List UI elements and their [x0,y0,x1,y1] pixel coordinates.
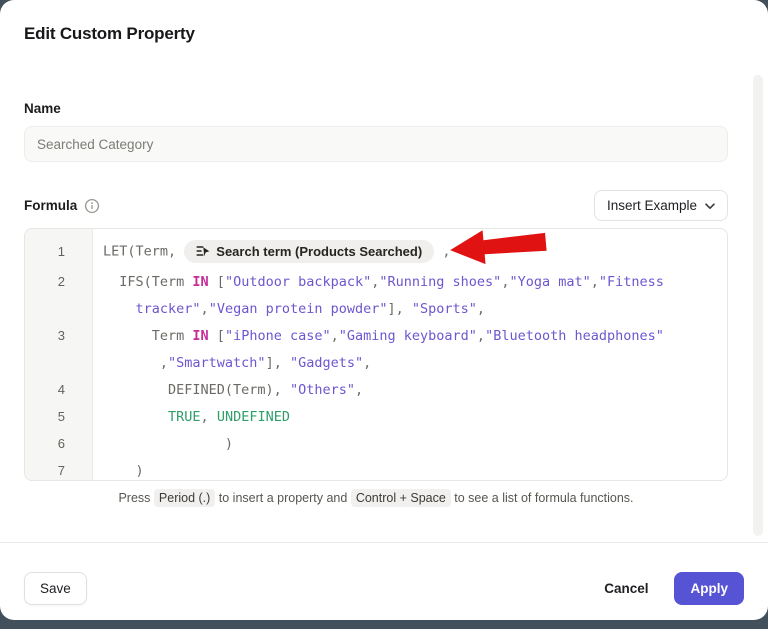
formula-label: Formula [24,198,77,213]
apply-button[interactable]: Apply [674,572,744,605]
code-line: 6 ) [25,430,727,457]
page-title: Edit Custom Property [24,24,195,44]
insert-example-button[interactable]: Insert Example [594,190,728,221]
hint-text: Press [118,491,153,505]
chevron-down-icon [705,198,715,213]
line-number: 2 [25,274,93,289]
line-number: 4 [25,382,93,397]
code-line: ,"Smartwatch"], "Gadgets", [25,349,727,376]
hint-text: to insert a property and [215,491,351,505]
insert-example-label: Insert Example [607,198,697,213]
save-button[interactable]: Save [24,572,87,605]
code-line: 3 Term IN ["iPhone case","Gaming keyboar… [25,322,727,349]
line-number: 3 [25,328,93,343]
property-chip-label: Search term (Products Searched) [216,244,422,259]
scrollbar[interactable] [753,75,763,536]
line-number: 6 [25,436,93,451]
line-number: 5 [25,409,93,424]
hint-text: to see a list of formula functions. [451,491,634,505]
kbd-period-chip: Period (.) [154,489,215,507]
line-number: 7 [25,463,93,478]
cancel-button[interactable]: Cancel [604,581,648,596]
code-line: 4 DEFINED(Term), "Others", [25,376,727,403]
kbd-control-space-chip: Control + Space [351,489,451,507]
formula-header: Formula Insert Example [24,189,728,221]
formula-code: 1LET(Term, Search term (Products Searche… [25,234,727,481]
property-chip[interactable]: Search term (Products Searched) [184,240,434,263]
name-input-value: Searched Category [37,137,153,152]
code-line: 7 ) [25,457,727,481]
event-property-icon [196,244,210,258]
line-number: 1 [25,244,93,259]
dialog-footer: Save Cancel Apply [0,543,768,620]
edit-custom-property-dialog: Edit Custom Property Name Searched Categ… [0,0,768,620]
name-label: Name [24,101,61,116]
code-line: 5 TRUE, UNDEFINED [25,403,727,430]
name-input[interactable]: Searched Category [24,126,728,162]
code-line: 1LET(Term, Search term (Products Searche… [25,234,727,268]
info-icon[interactable] [84,198,100,214]
formula-hint: Press Period (.) to insert a property an… [24,491,728,505]
code-line: 2 IFS(Term IN ["Outdoor backpack","Runni… [25,268,727,295]
code-line: tracker","Vegan protein powder"], "Sport… [25,295,727,322]
formula-editor[interactable]: 1LET(Term, Search term (Products Searche… [24,228,728,481]
